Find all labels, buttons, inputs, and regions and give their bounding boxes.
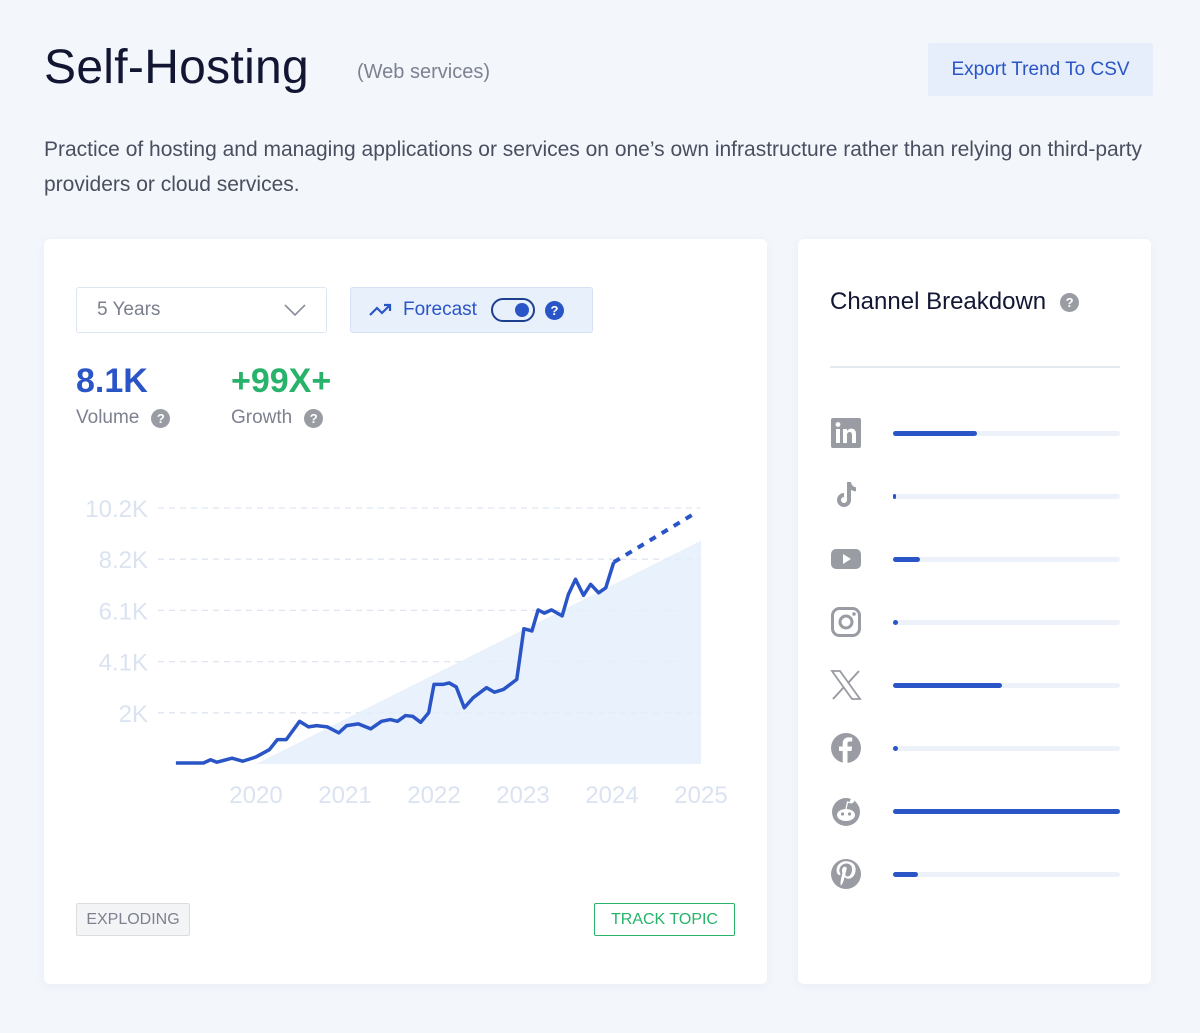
channel-share-fill (893, 745, 898, 751)
channel-share-bar (893, 556, 1120, 562)
channel-share-bar (893, 619, 1120, 625)
channel-row-reddit (830, 793, 1120, 829)
y-tick-label: 2K (119, 701, 148, 728)
instagram-icon (830, 606, 862, 638)
trend-area (256, 540, 701, 764)
y-tick-label: 8.2K (99, 547, 148, 574)
channel-row-instagram (830, 604, 1120, 640)
channel-share-fill (893, 556, 921, 562)
x-tick-label: 2023 (496, 782, 549, 809)
channel-share-bar (893, 430, 1120, 436)
channel-share-fill (893, 430, 977, 436)
channel-share-fill (893, 871, 918, 877)
channel-share-bar (893, 493, 1120, 499)
x-tick-label: 2021 (318, 782, 371, 809)
channel-row-youtube (830, 541, 1120, 577)
x-icon (830, 669, 862, 701)
channel-share-fill (893, 619, 898, 625)
divider (830, 366, 1120, 368)
status-badge: EXPLODING (76, 903, 190, 936)
facebook-icon (830, 732, 862, 764)
x-tick-label: 2022 (407, 782, 460, 809)
tiktok-icon (830, 480, 862, 512)
help-icon[interactable]: ? (1060, 292, 1080, 312)
pinterest-icon (830, 858, 862, 890)
track-topic-button[interactable]: TRACK TOPIC (594, 903, 735, 936)
y-tick-label: 4.1K (99, 650, 148, 677)
channel-share-fill (893, 682, 1002, 688)
channel-row-x (830, 667, 1120, 703)
y-tick-label: 10.2K (85, 496, 148, 523)
reddit-icon (830, 795, 862, 827)
youtube-icon (830, 543, 862, 575)
channel-row-linkedin (830, 415, 1120, 451)
channel-breakdown-title: Channel Breakdown ? (830, 288, 1080, 316)
channel-share-fill (893, 493, 896, 499)
channel-share-bar (893, 745, 1120, 751)
channel-breakdown-label: Channel Breakdown (830, 288, 1047, 315)
x-tick-label: 2025 (674, 782, 727, 809)
x-tick-label: 2020 (229, 782, 282, 809)
linkedin-icon (830, 417, 862, 449)
channel-share-bar (893, 682, 1120, 688)
channel-row-facebook (830, 730, 1120, 766)
channel-share-bar (893, 871, 1120, 877)
y-tick-label: 6.1K (99, 598, 148, 625)
channel-row-tiktok (830, 478, 1120, 514)
channel-row-pinterest (830, 856, 1120, 892)
channel-share-fill (893, 808, 1120, 814)
channel-share-bar (893, 808, 1120, 814)
x-tick-label: 2024 (585, 782, 638, 809)
